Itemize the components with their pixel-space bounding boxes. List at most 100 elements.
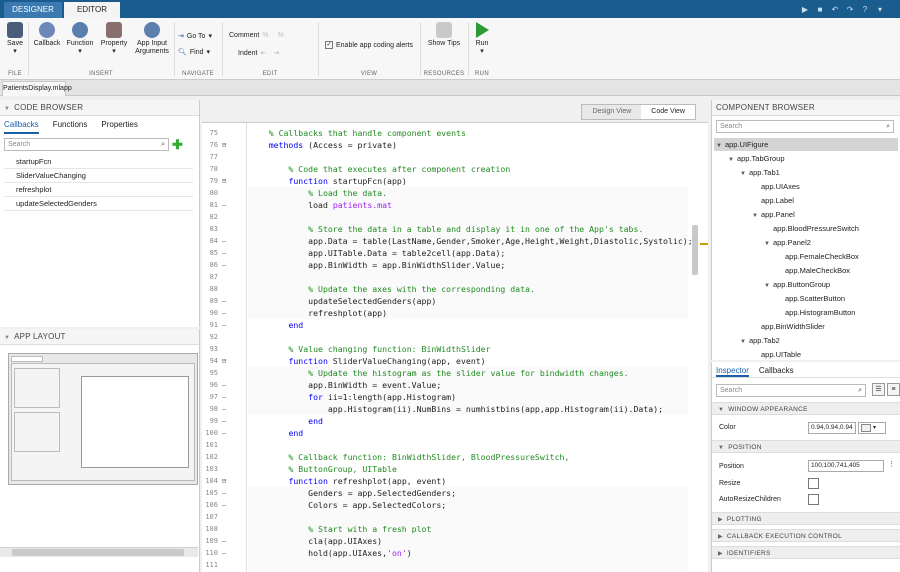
code-line[interactable]: 94 ⊟ function SliderValueChanging(app, ev… [202,355,692,367]
code-line[interactable]: 82 [202,211,692,223]
line-number[interactable]: 91 [202,319,218,331]
resize-checkbox[interactable] [808,478,819,489]
callback-button[interactable]: Callback [32,22,62,48]
app-input-arguments-button[interactable]: App Input Arguments [132,22,172,56]
color-field[interactable]: 0.94,0.94,0.94 [808,422,856,434]
line-number[interactable]: 80 [202,187,218,199]
breakpoint-marker[interactable]: – [222,235,226,247]
breakpoint-marker[interactable]: – [222,199,226,211]
tab-designer[interactable]: DESIGNER [4,2,62,18]
tree-item[interactable]: ▼ app.Tab1 [740,166,780,179]
expand-toggle-icon[interactable]: ▼ [740,171,746,177]
code-line[interactable]: 91– end [202,319,692,331]
code-line[interactable]: 76 ⊟ methods (Access = private) [202,139,692,151]
code-line[interactable]: 96– app.BinWidth = event.Value; [202,379,692,391]
position-field[interactable]: 100,100,741,405 [808,460,884,472]
list-item[interactable]: updateSelectedGenders [4,197,193,211]
code-line[interactable]: 111 [202,559,692,571]
expand-toggle-icon[interactable]: ▼ [740,339,746,345]
code-line[interactable]: 85– app.UITable.Data = table2cell(app.Da… [202,247,692,259]
tree-item-selected[interactable]: ▼ app.UIFigure [714,138,898,151]
code-line[interactable]: 89– updateSelectedGenders(app) [202,295,692,307]
code-line[interactable]: 107 [202,511,692,523]
code-line[interactable]: 77 [202,151,692,163]
line-number[interactable]: 98 [202,403,218,415]
line-number[interactable]: 111 [202,559,218,571]
find-button[interactable]: 🔍︎ Find ▾ [178,48,210,57]
code-line[interactable]: 108 % Start with a fresh plot [202,523,692,535]
section-window-appearance[interactable]: ▼ WINDOW APPEARANCE [712,402,900,415]
undo-icon[interactable]: ↶ [829,3,841,15]
line-number[interactable]: 94 [202,355,218,367]
code-editor[interactable]: 75 % Callbacks that handle component eve… [202,122,708,572]
expand-toggle-icon[interactable]: ▼ [752,213,758,219]
line-number[interactable]: 109 [202,535,218,547]
comment-button[interactable]: Comment % % [229,32,284,39]
tab-editor[interactable]: EDITOR [64,2,120,18]
vertical-scrollbar[interactable] [692,225,698,275]
go-to-button[interactable]: ⇥ Go To ▾ [178,32,212,41]
breakpoint-marker[interactable]: – [222,247,226,259]
design-view-button[interactable]: Design View [582,105,642,119]
code-line[interactable]: 104 ⊟ function refreshplot(app, event) [202,475,692,487]
breakpoint-marker[interactable]: – [222,415,226,427]
breakpoint-marker[interactable]: – [222,535,226,547]
section-identifiers[interactable]: ▶ IDENTIFIERS [712,546,900,559]
horizontal-scrollbar[interactable] [0,547,198,557]
code-line[interactable]: 97– for ii=1:length(app.Histogram) [202,391,692,403]
code-line[interactable]: 92 [202,331,692,343]
line-number[interactable]: 84 [202,235,218,247]
component-browser-header[interactable]: COMPONENT BROWSER [712,100,900,116]
tab-functions[interactable]: Functions [53,120,88,132]
expand-icon[interactable]: ▾ [874,3,886,15]
tree-item[interactable]: app.ScatterButton [776,292,845,305]
help-icon[interactable]: ? [859,3,871,15]
tab-properties[interactable]: Properties [101,120,137,132]
line-number[interactable]: 90 [202,307,218,319]
line-number[interactable]: 77 [202,151,218,163]
tree-item[interactable]: app.HistogramButton [776,306,855,319]
expand-toggle-icon[interactable]: ▼ [764,241,770,247]
line-number[interactable]: 89 [202,295,218,307]
code-browser-header[interactable]: ▼ CODE BROWSER [0,100,199,116]
tree-item[interactable]: app.BloodPressureSwitch [764,222,859,235]
breakpoint-marker[interactable]: – [222,379,226,391]
tab-callbacks[interactable]: Callbacks [759,366,794,377]
breakpoint-marker[interactable]: ⊟ [222,139,226,151]
line-number[interactable]: 81 [202,199,218,211]
tree-item[interactable]: app.UIAxes [752,180,800,193]
code-line[interactable]: 105– Genders = app.SelectedGenders; [202,487,692,499]
line-number[interactable]: 93 [202,343,218,355]
color-picker[interactable]: ▾ [858,422,886,434]
breakpoint-marker[interactable]: – [222,547,226,559]
tree-item[interactable]: app.Label [752,194,794,207]
line-number[interactable]: 85 [202,247,218,259]
breakpoint-marker[interactable]: – [222,307,226,319]
line-number[interactable]: 78 [202,163,218,175]
line-number[interactable]: 83 [202,223,218,235]
document-tab[interactable]: PatientsDisplay.mlapp [2,81,72,96]
line-number[interactable]: 76 [202,139,218,151]
breakpoint-marker[interactable]: – [222,319,226,331]
code-line[interactable]: 101 [202,439,692,451]
line-number[interactable]: 100 [202,427,218,439]
breakpoint-marker[interactable]: ⊟ [222,475,226,487]
code-line[interactable]: 87 [202,271,692,283]
code-line[interactable]: 81– load patients.mat [202,199,692,211]
tree-item[interactable]: ▼ app.Panel [752,208,795,221]
auto-resize-checkbox[interactable] [808,494,819,505]
component-search-input[interactable]: Search ⌕ [716,120,894,133]
code-line[interactable]: 79 ⊟ function startupFcn(app) [202,175,692,187]
code-line[interactable]: 98– app.Histogram(ii).NumBins = numhistb… [202,403,692,415]
line-number[interactable]: 75 [202,127,218,139]
line-number[interactable]: 92 [202,331,218,343]
breakpoint-marker[interactable]: – [222,391,226,403]
code-line[interactable]: 110– hold(app.UIAxes,'on') [202,547,692,559]
tab-callbacks[interactable]: Callbacks [4,120,39,134]
save-button[interactable]: Save ▾ [5,22,25,56]
line-number[interactable]: 101 [202,439,218,451]
line-number[interactable]: 102 [202,451,218,463]
run-button[interactable]: Run ▾ [472,22,492,56]
line-number[interactable]: 103 [202,463,218,475]
code-view-button[interactable]: Code View [641,105,695,119]
